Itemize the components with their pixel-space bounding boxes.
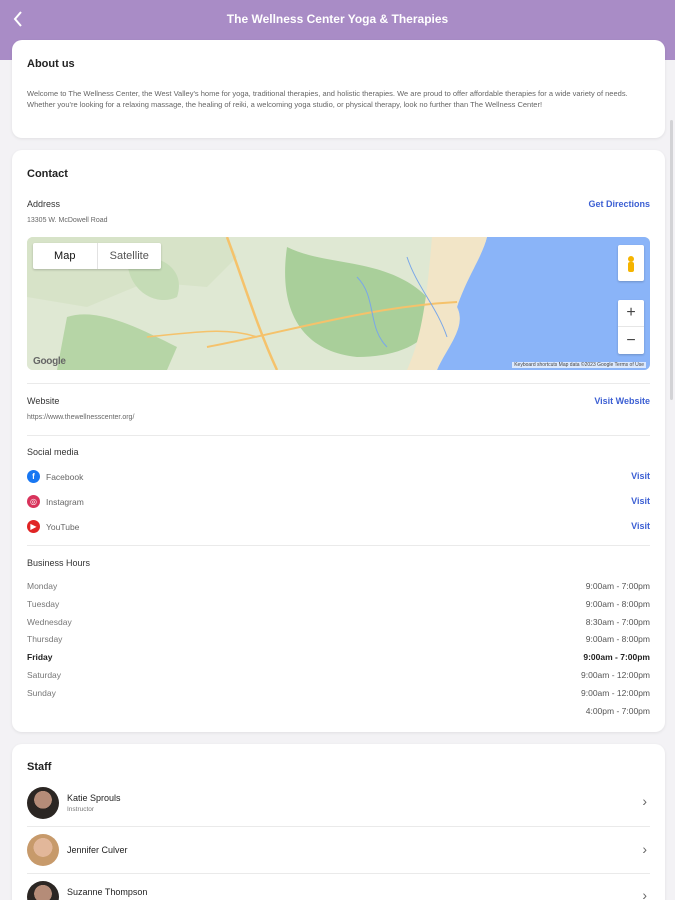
google-logo: Google — [33, 356, 66, 367]
facebook-icon: f — [27, 470, 40, 483]
facebook-label: Facebook — [46, 472, 84, 482]
staff-heading: Staff — [27, 761, 52, 773]
hours-day: Thursday — [27, 634, 63, 644]
divider — [27, 826, 650, 827]
business-hours-label: Business Hours — [27, 558, 91, 568]
hours-time: 9:00am - 8:00pm — [585, 634, 650, 644]
hours-time: 8:30am - 7:00pm — [585, 617, 650, 627]
map-tab[interactable]: Map — [33, 243, 98, 269]
staff-name: Katie Sprouls — [67, 793, 121, 803]
hours-time: 9:00am - 7:00pm — [585, 581, 650, 591]
divider — [27, 435, 650, 436]
website-url: https://www.thewellnesscenter.org/ — [27, 414, 135, 421]
satellite-tab[interactable]: Satellite — [98, 243, 162, 269]
about-text: Welcome to The Wellness Center, the West… — [27, 89, 628, 109]
staff-card: Staff Katie Sprouls Instructor › Jennife… — [12, 744, 665, 900]
divider — [27, 383, 650, 384]
hours-day: Sunday — [27, 688, 56, 698]
staff-name: Suzanne Thompson — [67, 887, 148, 897]
staff-role: Instructor — [67, 806, 95, 813]
hours-time: 9:00am - 12:00pm — [581, 688, 650, 698]
divider — [27, 545, 650, 546]
about-card: About us Welcome to The Wellness Center,… — [12, 40, 665, 138]
hours-day: Saturday — [27, 670, 62, 680]
instagram-label: Instagram — [46, 497, 84, 507]
social-media-label: Social media — [27, 447, 79, 457]
chevron-right-icon: › — [642, 793, 647, 809]
hours-time: 9:00am - 12:00pm — [581, 670, 650, 680]
zoom-in-button[interactable]: + — [618, 300, 644, 327]
visit-website-link[interactable]: Visit Website — [594, 396, 650, 406]
chevron-right-icon: › — [642, 887, 647, 900]
contact-card: Contact Address 13305 W. McDowell Road G… — [12, 150, 665, 732]
about-heading: About us — [27, 58, 75, 70]
instagram-visit-link[interactable]: Visit — [631, 496, 650, 506]
address-value: 13305 W. McDowell Road — [27, 217, 108, 224]
hours-time: 4:00pm - 7:00pm — [585, 706, 650, 716]
contact-heading: Contact — [27, 168, 68, 180]
hours-day: Monday — [27, 581, 58, 591]
scrollbar[interactable] — [670, 120, 673, 400]
hours-time-current: 9:00am - 7:00pm — [583, 652, 650, 662]
chevron-right-icon: › — [642, 841, 647, 857]
address-label: Address — [27, 199, 61, 209]
youtube-label: YouTube — [46, 522, 80, 532]
youtube-icon: ▶ — [27, 520, 40, 533]
avatar — [27, 834, 59, 866]
pegman-icon[interactable] — [618, 245, 644, 281]
get-directions-link[interactable]: Get Directions — [588, 199, 650, 209]
map-view[interactable]: Map Satellite + − Google Keyboard shortc… — [27, 237, 650, 370]
hours-time: 9:00am - 8:00pm — [585, 599, 650, 609]
hours-day-current: Friday — [27, 652, 53, 662]
facebook-visit-link[interactable]: Visit — [631, 471, 650, 481]
map-type-toggle: Map Satellite — [33, 243, 161, 269]
instagram-icon: ◎ — [27, 495, 40, 508]
hours-day: Tuesday — [27, 599, 60, 609]
divider — [27, 873, 650, 874]
page-title: The Wellness Center Yoga & Therapies — [226, 12, 449, 26]
avatar — [27, 787, 59, 819]
zoom-controls: + − — [618, 300, 644, 354]
avatar — [27, 881, 59, 900]
zoom-out-button[interactable]: − — [618, 327, 644, 354]
map-attribution[interactable]: Keyboard shortcuts Map data ©2023 Google… — [512, 362, 646, 368]
staff-name: Jennifer Culver — [67, 845, 128, 855]
youtube-visit-link[interactable]: Visit — [631, 521, 650, 531]
hours-day: Wednesday — [27, 617, 72, 627]
website-label: Website — [27, 396, 60, 406]
